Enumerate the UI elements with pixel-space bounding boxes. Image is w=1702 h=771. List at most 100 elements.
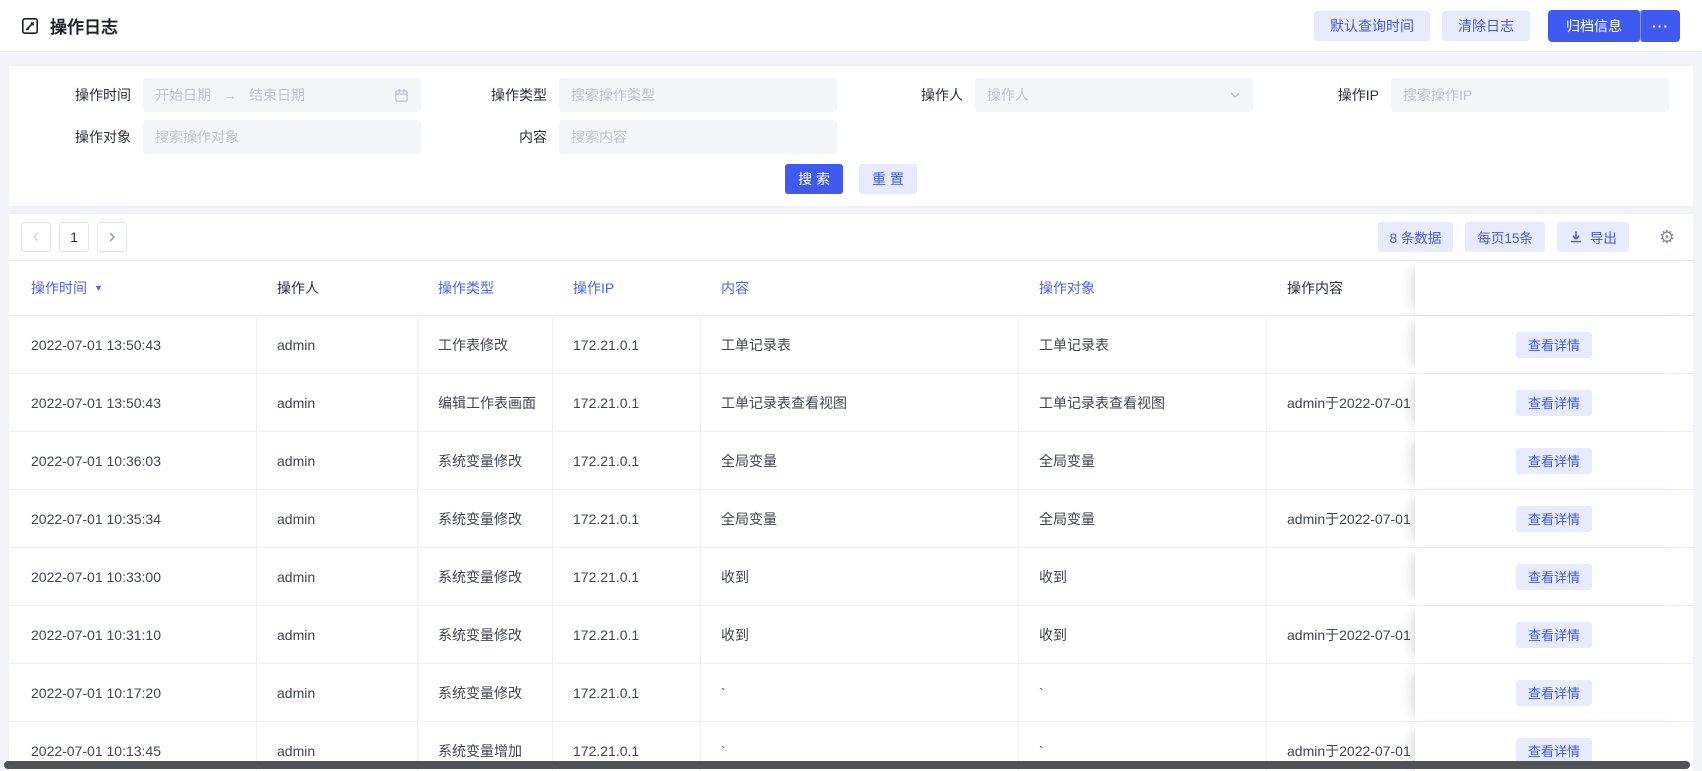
cell-content: 全局变量 — [701, 432, 1019, 489]
cell-operator: admin — [257, 664, 418, 721]
cell-detail — [1267, 548, 1415, 605]
cell-target: 工单记录表 — [1019, 316, 1267, 373]
cell-type: 系统变量修改 — [418, 490, 553, 547]
prev-page-button[interactable] — [21, 222, 51, 252]
cell-type: 系统变量修改 — [418, 606, 553, 663]
cell-time: 2022-07-01 13:50:43 — [9, 374, 257, 431]
export-button[interactable]: 导出 — [1556, 222, 1629, 252]
cell-ip: 172.21.0.1 — [553, 664, 701, 721]
log-table-section: 1 8 条数据 每页15条 导出 ⚙ 操作时间 ▼ 操作人 操作类型 操作IP … — [9, 214, 1693, 771]
sort-desc-icon: ▼ — [94, 283, 103, 293]
table-row: 2022-07-01 13:50:43 admin 编辑工作表画面 172.21… — [9, 374, 1693, 432]
end-date-placeholder: 结束日期 — [249, 87, 305, 103]
operation-ip-input[interactable] — [1391, 78, 1669, 112]
ip-label: 操作IP — [1337, 87, 1379, 103]
cell-target: ` — [1019, 664, 1267, 721]
scrollbar-thumb[interactable] — [4, 761, 1690, 769]
cell-target: 全局变量 — [1019, 490, 1267, 547]
view-detail-button[interactable]: 查看详情 — [1515, 505, 1592, 532]
pagination: 1 — [21, 222, 127, 252]
filter-row-1: 操作时间 开始日期 → 结束日期 操作类型 搜索操作类型 操作人 操作人 操作I… — [19, 78, 1683, 112]
column-header-ip[interactable]: 操作IP — [553, 261, 701, 315]
page-title: 操作日志 — [50, 18, 118, 37]
topbar: 操作日志 默认查询时间 清除日志 归档信息 ··· — [0, 0, 1702, 52]
cell-content: 全局变量 — [701, 490, 1019, 547]
next-page-button[interactable] — [97, 222, 127, 252]
cell-ip: 172.21.0.1 — [553, 374, 701, 431]
filter-field-target: 操作对象 — [19, 120, 435, 154]
column-header-actions — [1415, 261, 1693, 315]
filter-field-type: 操作类型 — [435, 78, 851, 112]
cell-content: ` — [701, 664, 1019, 721]
page-title-group: 操作日志 — [20, 13, 118, 38]
edit-log-icon — [20, 16, 40, 36]
cell-actions: 查看详情 — [1415, 664, 1693, 721]
date-range-input[interactable]: 开始日期 → 结束日期 — [143, 78, 421, 112]
cell-type: 工作表修改 — [418, 316, 553, 373]
cell-actions: 查看详情 — [1415, 606, 1693, 663]
row-count-chip[interactable]: 8 条数据 — [1377, 222, 1454, 252]
cell-content: 工单记录表 — [701, 316, 1019, 373]
cell-target: 全局变量 — [1019, 432, 1267, 489]
archive-info-button[interactable]: 归档信息 — [1548, 9, 1640, 42]
column-header-target[interactable]: 操作对象 — [1019, 261, 1267, 315]
cell-detail: admin于2022-07-01 13:5 — [1287, 394, 1415, 411]
cell-actions: 查看详情 — [1415, 316, 1693, 373]
download-icon — [1569, 230, 1583, 244]
target-label: 操作对象 — [75, 129, 131, 145]
page-size-chip[interactable]: 每页15条 — [1465, 222, 1545, 252]
view-detail-button[interactable]: 查看详情 — [1515, 621, 1592, 648]
cell-operator: admin — [257, 490, 418, 547]
operator-label: 操作人 — [921, 87, 963, 103]
cell-detail: admin于2022-07-01 10:3 — [1287, 626, 1415, 643]
reset-button[interactable]: 重 置 — [859, 164, 917, 194]
cell-time: 2022-07-01 10:35:34 — [9, 490, 257, 547]
cell-detail — [1267, 316, 1415, 373]
cell-operator: admin — [257, 432, 418, 489]
operation-type-input[interactable] — [559, 78, 837, 112]
page-number-button[interactable]: 1 — [59, 222, 89, 252]
horizontal-scrollbar[interactable] — [4, 761, 1696, 769]
cell-target: 工单记录表查看视图 — [1019, 374, 1267, 431]
topbar-actions: 默认查询时间 清除日志 归档信息 ··· — [1314, 9, 1680, 42]
settings-gear-icon[interactable]: ⚙ — [1659, 228, 1675, 246]
cell-actions: 查看详情 — [1415, 548, 1693, 605]
column-header-content[interactable]: 内容 — [701, 261, 1019, 315]
cell-ip: 172.21.0.1 — [553, 490, 701, 547]
table-header: 操作时间 ▼ 操作人 操作类型 操作IP 内容 操作对象 操作内容 — [9, 260, 1693, 316]
archive-more-button[interactable]: ··· — [1640, 9, 1680, 42]
operator-select[interactable]: 操作人 — [975, 78, 1253, 112]
cell-actions: 查看详情 — [1415, 432, 1693, 489]
cell-target: 收到 — [1019, 548, 1267, 605]
operator-select-placeholder: 操作人 — [987, 87, 1029, 103]
start-date-placeholder: 开始日期 — [155, 87, 211, 103]
filter-panel: 操作时间 开始日期 → 结束日期 操作类型 搜索操作类型 操作人 操作人 操作I… — [9, 66, 1693, 206]
cell-operator: admin — [257, 548, 418, 605]
operation-target-input[interactable] — [143, 120, 421, 154]
default-query-time-button[interactable]: 默认查询时间 — [1314, 10, 1430, 41]
column-header-type[interactable]: 操作类型 — [418, 261, 553, 315]
view-detail-button[interactable]: 查看详情 — [1515, 563, 1592, 590]
clear-log-button[interactable]: 清除日志 — [1442, 10, 1530, 41]
cell-time: 2022-07-01 10:33:00 — [9, 548, 257, 605]
content-input[interactable] — [559, 120, 837, 154]
view-detail-button[interactable]: 查看详情 — [1515, 389, 1592, 416]
filter-field-time: 操作时间 开始日期 → 结束日期 — [19, 78, 435, 112]
filter-row-2: 操作对象 内容 — [19, 120, 1683, 154]
column-header-time[interactable]: 操作时间 ▼ — [9, 261, 257, 315]
archive-split-button: 归档信息 ··· — [1548, 9, 1680, 42]
cell-detail — [1267, 432, 1415, 489]
view-detail-button[interactable]: 查看详情 — [1515, 679, 1592, 706]
view-detail-button[interactable]: 查看详情 — [1515, 447, 1592, 474]
column-header-operator: 操作人 — [277, 280, 319, 296]
search-button[interactable]: 搜 索 — [785, 164, 843, 194]
cell-ip: 172.21.0.1 — [553, 606, 701, 663]
cell-target: 收到 — [1019, 606, 1267, 663]
cell-actions: 查看详情 — [1415, 374, 1693, 431]
cell-actions: 查看详情 — [1415, 490, 1693, 547]
view-detail-button[interactable]: 查看详情 — [1515, 331, 1592, 358]
view-detail-button[interactable]: 查看详情 — [1515, 737, 1592, 764]
cell-operator: admin — [257, 374, 418, 431]
cell-type: 系统变量修改 — [418, 664, 553, 721]
cell-content: 收到 — [701, 548, 1019, 605]
